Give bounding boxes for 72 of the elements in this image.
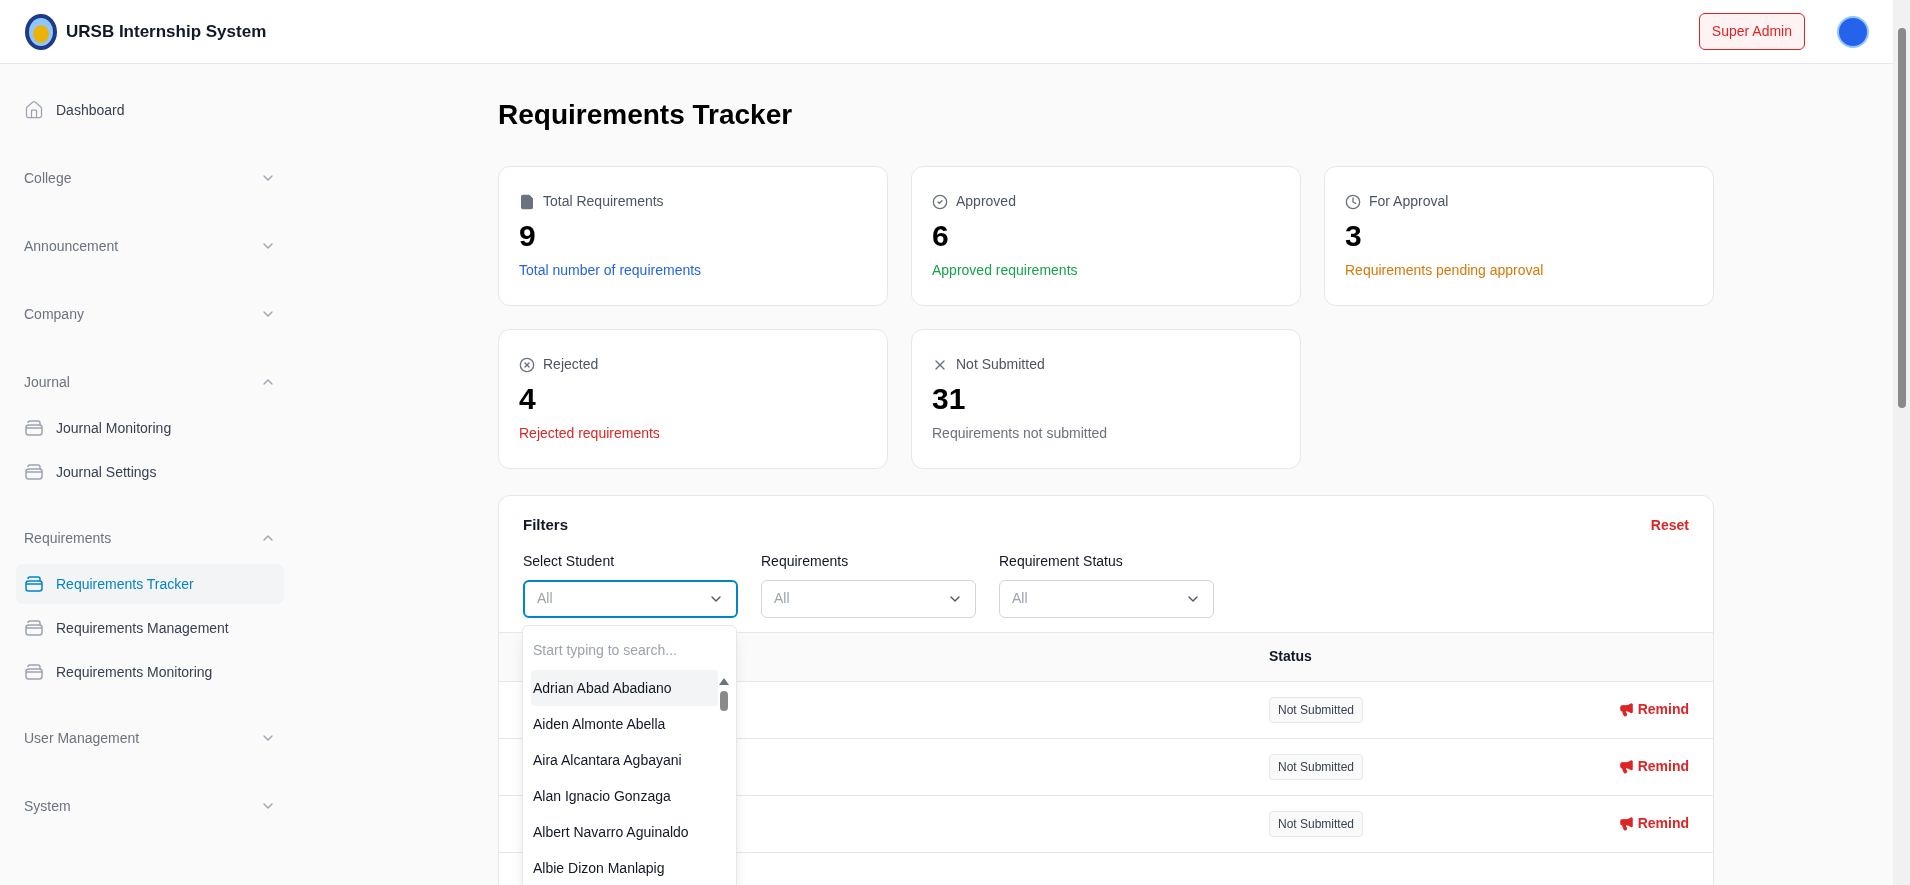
page-title: Requirements Tracker <box>498 98 794 132</box>
status-badge: Not Submitted <box>1269 696 1364 723</box>
stat-label: Total Requirements <box>543 192 664 211</box>
status-badge: Not Submitted <box>1269 753 1364 780</box>
stat-caption: Requirements not submitted <box>932 424 1109 443</box>
stat-label: For Approval <box>1369 192 1449 211</box>
stat-caption: Requirements pending approval <box>1345 261 1545 280</box>
column-header: Status <box>1269 647 1312 666</box>
scrollbar-thumb[interactable] <box>720 691 728 711</box>
dropdown-option[interactable]: Alan Ignacio Gonzaga <box>531 778 718 814</box>
filter-label: Requirements <box>761 551 850 571</box>
sidebar-section[interactable]: Announcement <box>16 224 284 268</box>
clock-icon <box>1345 193 1361 210</box>
sidebar-item[interactable]: Requirements Monitoring <box>16 652 284 692</box>
stat-label: Approved <box>956 192 1016 211</box>
stat-value: 31 <box>932 381 967 417</box>
sidebar-item[interactable]: Journal Monitoring <box>16 408 284 448</box>
sidebar-section[interactable]: System <box>16 784 284 828</box>
filter-select[interactable]: All <box>999 579 1214 618</box>
filter-select[interactable]: All <box>761 579 976 618</box>
scrollbar-thumb[interactable] <box>1897 28 1906 408</box>
sidebar-section[interactable]: User Management <box>16 716 284 760</box>
stat-value: 4 <box>519 381 537 417</box>
role-badge: Super Admin <box>1698 13 1805 50</box>
remind-button[interactable]: Remind <box>1618 699 1689 720</box>
filter-label: Select Student <box>523 551 616 571</box>
remind-button[interactable]: Remind <box>1618 756 1689 777</box>
megaphone-icon <box>1618 702 1634 717</box>
tray-icon <box>24 419 44 437</box>
search-field[interactable]: Start typing to search... <box>531 636 730 664</box>
filter-label: Requirement Status <box>999 551 1124 571</box>
dropdown-option[interactable]: Aiden Almonte Abella <box>531 706 718 742</box>
sidebar-item[interactable]: Dashboard <box>16 88 284 132</box>
dropdown-option[interactable]: Aira Alcantara Agbayani <box>531 742 718 778</box>
stat-value: 9 <box>519 218 537 254</box>
check-circle-icon <box>932 193 948 210</box>
dropdown-option[interactable]: Adrian Abad Abadiano <box>531 670 718 706</box>
tray-icon <box>24 619 44 637</box>
sidebar-section[interactable]: College <box>16 156 284 200</box>
tray-icon <box>24 663 44 681</box>
megaphone-icon <box>1618 759 1634 774</box>
stat-caption: Approved requirements <box>932 261 1079 280</box>
dropdown-option[interactable]: Albie Dizon Manlapig <box>531 850 718 885</box>
app-title: URSB Internship System <box>66 20 267 43</box>
stat-label: Not Submitted <box>956 355 1045 374</box>
sidebar-item[interactable]: Requirements Tracker <box>16 564 284 604</box>
document-icon <box>519 193 535 210</box>
avatar[interactable] <box>1837 15 1869 48</box>
scroll-up-icon <box>719 678 729 685</box>
stat-label: Rejected <box>543 355 599 374</box>
tray-icon <box>24 575 44 593</box>
status-badge: Not Submitted <box>1269 810 1364 837</box>
megaphone-icon <box>1618 816 1634 831</box>
sidebar-section[interactable]: Journal <box>16 360 284 404</box>
stat-value: 3 <box>1345 218 1363 254</box>
stat-caption: Total number of requirements <box>519 261 703 280</box>
sidebar-section[interactable]: Requirements <box>16 516 284 560</box>
filter-select[interactable]: All <box>523 579 738 618</box>
sidebar-item[interactable]: Journal Settings <box>16 452 284 492</box>
dropdown-option[interactable]: Albert Navarro Aguinaldo <box>531 814 718 850</box>
tray-icon <box>24 463 44 481</box>
remind-button[interactable]: Remind <box>1618 813 1689 834</box>
page-scrollbar[interactable] <box>1893 0 1910 885</box>
stat-value: 6 <box>932 218 950 254</box>
sidebar-section[interactable]: Company <box>16 292 284 336</box>
stat-caption: Rejected requirements <box>519 424 661 443</box>
home-icon <box>24 100 44 120</box>
logo-icon <box>24 12 58 51</box>
x-circle-icon <box>519 356 535 373</box>
reset-button[interactable]: Reset <box>1650 514 1689 536</box>
filters-title: Filters <box>523 515 568 535</box>
sidebar-item[interactable]: Requirements Management <box>16 608 284 648</box>
